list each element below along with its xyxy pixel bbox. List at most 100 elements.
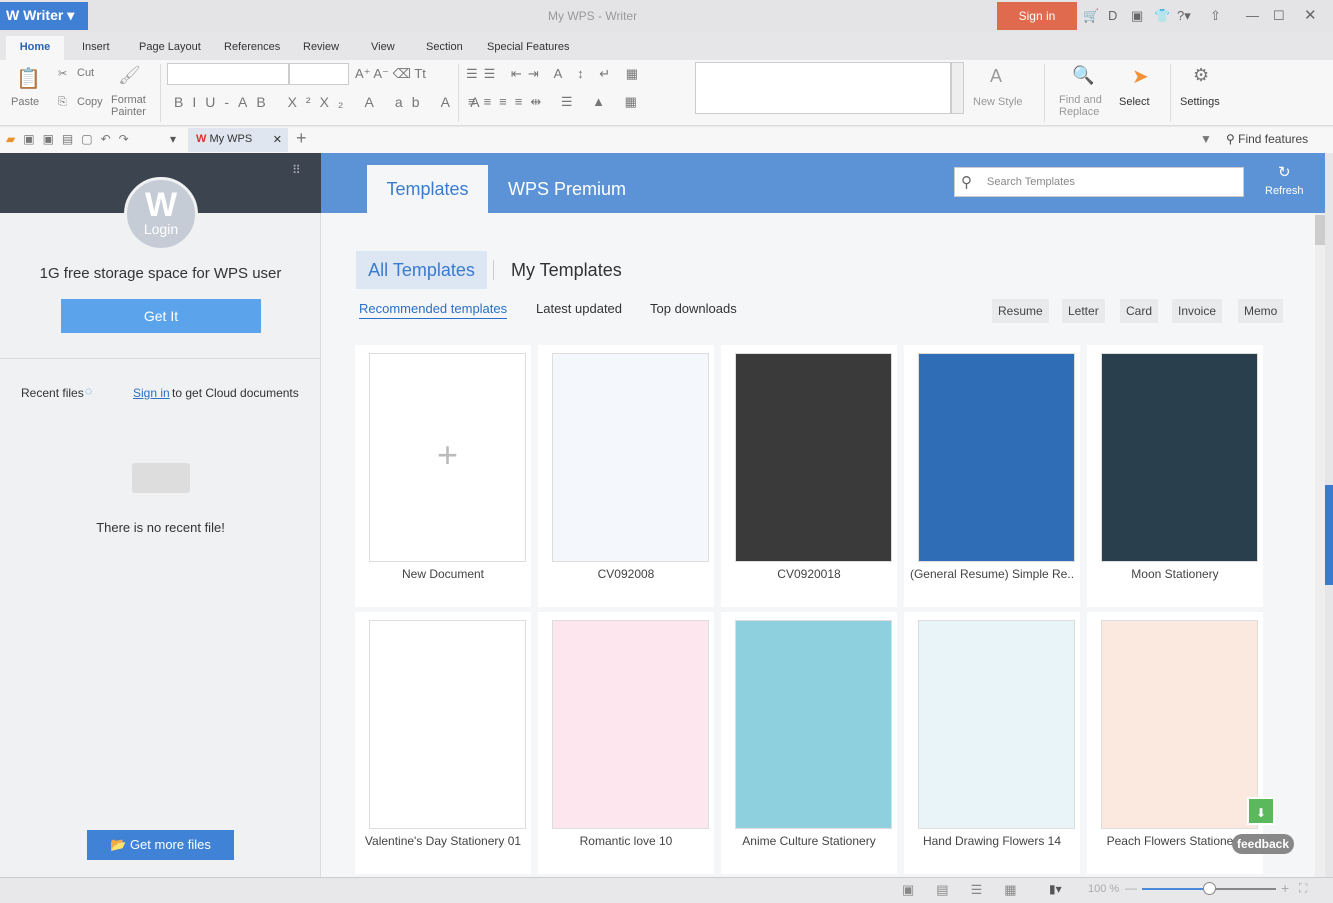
cart-icon[interactable]: 🛒: [1083, 8, 1099, 24]
font-size-tools[interactable]: A⁺ A⁻ ⌫ Tt: [355, 66, 426, 82]
tab-templates[interactable]: Templates: [367, 165, 488, 213]
refresh-button[interactable]: Refresh: [1265, 185, 1304, 197]
view-mode-icons[interactable]: ▣▤☰▦: [902, 882, 1039, 898]
close-icon[interactable]: ✕: [1304, 6, 1317, 24]
upload-icon[interactable]: ⇧: [1210, 8, 1221, 24]
feedback-button[interactable]: feedback: [1232, 834, 1294, 854]
new-document-thumbnail[interactable]: +: [369, 353, 526, 562]
get-more-files-button[interactable]: 📂 Get more files: [87, 830, 234, 860]
fullscreen-icon[interactable]: ⛶: [1299, 881, 1307, 896]
settings-icon: ⚙: [1193, 65, 1210, 85]
help-icon[interactable]: ?▾: [1177, 8, 1191, 24]
settings-button[interactable]: Settings: [1180, 96, 1220, 108]
template-name: Hand Drawing Flowers 14: [922, 834, 1062, 848]
sign-in-link[interactable]: Sign in: [133, 386, 170, 400]
get-it-button[interactable]: Get It: [61, 299, 261, 333]
template-thumbnail[interactable]: [552, 620, 709, 829]
font-size-select[interactable]: [289, 63, 349, 85]
tab-home[interactable]: Home: [6, 36, 64, 60]
new-style-button[interactable]: New Style: [973, 96, 1023, 108]
category-letter[interactable]: Letter: [1062, 299, 1105, 323]
empty-tray-icon: [132, 463, 190, 493]
tab-view[interactable]: View: [371, 41, 395, 53]
tab-special-features[interactable]: Special Features: [487, 41, 570, 53]
side-collapse-handle[interactable]: [1325, 485, 1333, 585]
quick-access-icons[interactable]: ▰▣▣▤▢↶↷: [6, 132, 137, 146]
tab-review[interactable]: Review: [303, 41, 339, 53]
template-card[interactable]: Hand Drawing Flowers 14: [904, 612, 1080, 874]
download-icon[interactable]: ⬇: [1247, 797, 1275, 825]
template-thumbnail[interactable]: [735, 620, 892, 829]
align-tools[interactable]: ≡≡≡≡⇹ ☰ ▲ ▦: [468, 94, 645, 110]
style-gallery-scroll[interactable]: [951, 62, 964, 114]
template-thumbnail[interactable]: [918, 353, 1075, 562]
all-templates-tab[interactable]: All Templates: [356, 251, 487, 289]
refresh-icon[interactable]: ↻: [1278, 163, 1291, 181]
apps-grid-icon[interactable]: ⠿: [292, 163, 301, 177]
new-style-icon: A: [990, 66, 1003, 86]
maximize-icon[interactable]: ☐: [1273, 8, 1285, 24]
eye-protect-icon[interactable]: ▮▾: [1049, 882, 1062, 896]
my-templates-tab[interactable]: My Templates: [511, 260, 622, 281]
template-thumbnail[interactable]: [918, 620, 1075, 829]
find-replace-button[interactable]: Find and Replace: [1059, 94, 1102, 118]
avatar[interactable]: W Login: [124, 177, 198, 251]
tab-section[interactable]: Section: [426, 41, 463, 53]
minimize-icon[interactable]: —: [1246, 8, 1259, 23]
app-menu-button[interactable]: W Writer ▾: [0, 2, 88, 30]
sync-icon[interactable]: ◌: [85, 384, 92, 398]
template-thumbnail[interactable]: [369, 620, 526, 829]
paste-button[interactable]: Paste: [11, 96, 39, 108]
zoom-in-icon[interactable]: +: [1281, 880, 1289, 896]
font-name-select[interactable]: [167, 63, 289, 85]
zoom-slider-thumb[interactable]: [1203, 882, 1216, 895]
zoom-out-icon[interactable]: —: [1125, 881, 1137, 895]
tab-list-dropdown-icon[interactable]: ▾: [170, 132, 176, 146]
sign-in-button[interactable]: Sign in: [997, 2, 1077, 30]
select-button[interactable]: Select: [1119, 96, 1150, 108]
tab-page-layout[interactable]: Page Layout: [139, 41, 201, 53]
d-icon[interactable]: D: [1108, 8, 1117, 23]
template-thumbnail[interactable]: [1101, 620, 1258, 829]
skin-icon[interactable]: 👕: [1154, 8, 1170, 24]
main-panel: Templates WPS Premium ⚲ Search Templates…: [321, 153, 1325, 877]
format-painter-button[interactable]: Format Painter: [111, 94, 146, 118]
category-card[interactable]: Card: [1120, 299, 1159, 323]
template-thumbnail[interactable]: [552, 353, 709, 562]
category-invoice[interactable]: Invoice: [1172, 299, 1223, 323]
pin-icon[interactable]: ▼: [1200, 132, 1212, 146]
latest-updated-tab[interactable]: Latest updated: [536, 301, 622, 316]
tab-references[interactable]: References: [224, 41, 280, 53]
category-resume[interactable]: Resume: [992, 299, 1049, 323]
template-card[interactable]: (General Resume) Simple Re..: [904, 345, 1080, 607]
template-card[interactable]: Valentine's Day Stationery 01: [355, 612, 531, 874]
text-format-tools[interactable]: BIU-AB X²X₂ A ab A A: [174, 94, 489, 110]
document-tab[interactable]: W My WPS ✕: [188, 128, 288, 152]
find-replace-icon: 🔍: [1072, 65, 1095, 85]
a-icon[interactable]: ▣: [1131, 8, 1143, 24]
cut-button[interactable]: Cut: [77, 67, 94, 79]
template-card[interactable]: + New Document: [355, 345, 531, 607]
template-card[interactable]: Moon Stationery: [1087, 345, 1263, 607]
template-card[interactable]: CV0920018: [721, 345, 897, 607]
find-features-button[interactable]: ⚲ Find features: [1226, 132, 1308, 146]
template-card[interactable]: Romantic love 10: [538, 612, 714, 874]
template-thumbnail[interactable]: [1101, 353, 1258, 562]
template-card[interactable]: Anime Culture Stationery: [721, 612, 897, 874]
search-templates-input[interactable]: ⚲ Search Templates: [954, 167, 1244, 197]
list-tools[interactable]: ☰☰ ⇤⇥ A ↕ ↵ ▦: [466, 66, 644, 82]
scrollbar[interactable]: [1315, 213, 1325, 877]
tab-insert[interactable]: Insert: [82, 41, 110, 53]
wps-logo-icon: W: [196, 133, 207, 145]
template-thumbnail[interactable]: [735, 353, 892, 562]
style-gallery[interactable]: [695, 62, 951, 114]
top-downloads-tab[interactable]: Top downloads: [650, 301, 737, 316]
category-memo[interactable]: Memo: [1238, 299, 1284, 323]
tab-wps-premium[interactable]: WPS Premium: [508, 165, 626, 213]
recommended-templates-tab[interactable]: Recommended templates: [359, 301, 508, 319]
copy-button[interactable]: Copy: [77, 96, 103, 108]
new-tab-icon[interactable]: +: [296, 128, 307, 149]
close-tab-icon[interactable]: ✕: [273, 133, 282, 146]
plus-icon: +: [436, 434, 459, 475]
template-card[interactable]: CV092008: [538, 345, 714, 607]
